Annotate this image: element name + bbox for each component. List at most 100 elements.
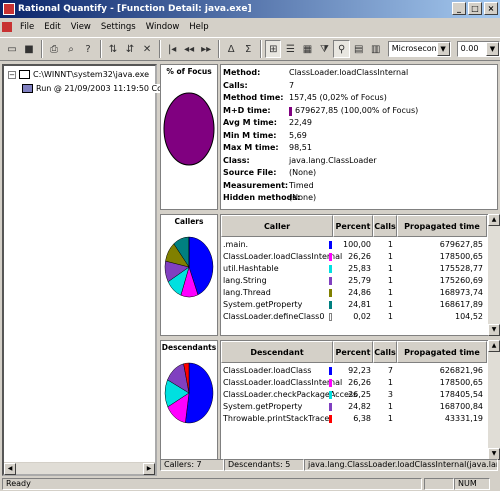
row-calls: 1 xyxy=(387,402,393,411)
collapse-icon[interactable]: − xyxy=(8,70,16,79)
row-percent: 26,26 xyxy=(348,252,371,261)
row-color-swatch xyxy=(329,313,332,321)
column-header[interactable]: Descendant xyxy=(221,341,333,363)
table-row[interactable]: Throwable.printStackTrace 6,38 1 43331,19 xyxy=(221,414,487,424)
tree-item-root[interactable]: − C:\WINNT\system32\java.exe xyxy=(8,70,149,79)
row-percent: 92,23 xyxy=(348,366,371,375)
threshold-dropdown[interactable]: 0.00 ▼ xyxy=(456,41,500,57)
row-color-swatch xyxy=(329,301,332,309)
minimize-button[interactable]: _ xyxy=(452,2,466,15)
scroll-right-icon[interactable]: ▶ xyxy=(143,463,155,475)
callers-table: Caller Percent Calls Propagated time .main. 1… xyxy=(220,214,496,336)
table-row[interactable]: util.Hashtable 25,83 1 175528,77 xyxy=(221,264,487,274)
table-row[interactable]: ClassLoader.loadClassInternal 26,26 1 17850… xyxy=(221,378,487,388)
row-name: ClassLoader.loadClass xyxy=(223,366,312,375)
tree-pane: − C:\WINNT\system32\java.exe Run @ 21/09… xyxy=(2,64,170,476)
column-header[interactable]: Calls xyxy=(373,341,397,363)
menu-window[interactable]: Window xyxy=(141,22,185,32)
table-row[interactable]: lang.String 25,79 1 175260,69 xyxy=(221,276,487,286)
chevron-down-icon[interactable]: ▼ xyxy=(436,42,450,56)
column-header[interactable]: Caller xyxy=(221,215,333,237)
call-graph-icon[interactable]: ⊞ xyxy=(265,40,282,58)
descendants-vscrollbar[interactable]: ▲ ▼ xyxy=(488,340,500,460)
tree-hscrollbar[interactable]: ◀ ▶ xyxy=(4,462,155,475)
table-row[interactable]: System.getProperty 24,81 1 168617,89 xyxy=(221,300,487,310)
row-time: 168617,89 xyxy=(439,300,483,309)
scroll-up-icon[interactable]: ▲ xyxy=(488,214,500,226)
focus-field-label: M+D time: xyxy=(223,105,271,115)
sigma-icon[interactable]: Σ xyxy=(240,40,256,58)
table-row[interactable]: ClassLoader.checkPackageAccess 26,25 3 1784… xyxy=(221,390,487,400)
tree-item-run[interactable]: Run @ 21/09/2003 11:19:50 Com xyxy=(22,84,170,93)
save-icon[interactable]: ■ xyxy=(21,40,37,58)
focus-field-value: java.lang.ClassLoader xyxy=(289,155,377,165)
scroll-down-icon[interactable]: ▼ xyxy=(488,324,500,336)
table-row[interactable]: ClassLoader.defineClass0 0,02 1 104,52 xyxy=(221,312,487,322)
filter-icon[interactable]: ⧩ xyxy=(316,40,332,58)
close-button[interactable]: × xyxy=(484,2,498,15)
row-time: 679627,85 xyxy=(439,240,483,249)
column-header[interactable]: Propagated time xyxy=(397,215,487,237)
annotated-source-icon[interactable]: ▤ xyxy=(351,40,367,58)
method-signature: java.lang.ClassLoader.loadClassInternal(… xyxy=(304,459,498,471)
mdtime-color-swatch xyxy=(289,106,292,116)
callers-count: Callers: 7 xyxy=(160,459,224,471)
table-row[interactable]: lang.Thread 24,86 1 168973,74 xyxy=(221,288,487,298)
row-time: 104,52 xyxy=(455,312,483,321)
chevron-down-icon[interactable]: ▼ xyxy=(485,42,499,56)
row-color-swatch xyxy=(329,289,332,297)
first-icon[interactable]: |◂ xyxy=(164,40,180,58)
print-icon[interactable]: ⎙ xyxy=(46,40,62,58)
column-header[interactable]: Percent xyxy=(333,215,373,237)
row-calls: 1 xyxy=(387,288,393,297)
table-row[interactable]: ClassLoader.loadClass 92,23 7 626821,96 xyxy=(221,366,487,376)
descendants-pie-panel: Descendants xyxy=(160,340,218,460)
table-row[interactable]: System.getProperty 24,82 1 168700,84 xyxy=(221,402,487,412)
column-header[interactable]: Propagated time xyxy=(397,341,487,363)
row-name: System.getProperty xyxy=(223,300,303,309)
status-pane-empty xyxy=(424,478,454,490)
sort-asc-icon[interactable]: ⇅ xyxy=(105,40,121,58)
table-row[interactable]: ClassLoader.loadClassInternal 26,26 1 17850… xyxy=(221,252,487,262)
menu-file[interactable]: File xyxy=(15,22,39,32)
function-detail-icon[interactable]: ⚲ xyxy=(333,40,350,58)
menu-help[interactable]: Help xyxy=(184,22,213,32)
sort-desc-icon[interactable]: ⇵ xyxy=(122,40,138,58)
focus-pie-chart xyxy=(163,92,215,166)
row-calls: 1 xyxy=(387,378,393,387)
scroll-left-icon[interactable]: ◀ xyxy=(4,463,16,475)
delete-icon[interactable]: ✕ xyxy=(139,40,155,58)
prev-icon[interactable]: ◂◂ xyxy=(181,40,197,58)
column-header[interactable]: Percent xyxy=(333,341,373,363)
menu-edit[interactable]: Edit xyxy=(39,22,65,32)
row-percent: 25,83 xyxy=(348,264,371,273)
row-color-swatch xyxy=(329,415,332,423)
column-header[interactable]: Calls xyxy=(373,215,397,237)
units-dropdown[interactable]: Microseconds ▼ xyxy=(387,41,451,57)
row-percent: 100,00 xyxy=(343,240,371,249)
maximize-button[interactable]: □ xyxy=(468,2,482,15)
next-icon[interactable]: ▸▸ xyxy=(198,40,214,58)
focus-field-label: Calls: xyxy=(223,80,248,90)
open-icon[interactable]: ▭ xyxy=(4,40,20,58)
computer-icon xyxy=(19,70,30,79)
function-list-icon[interactable]: ☰ xyxy=(282,40,298,58)
help-icon[interactable]: ? xyxy=(80,40,96,58)
row-calls: 1 xyxy=(387,264,393,273)
grid-icon[interactable]: ▦ xyxy=(299,40,315,58)
table-row[interactable]: .main. 100,00 1 679627,85 xyxy=(221,240,487,250)
row-time: 168973,74 xyxy=(439,288,483,297)
focus-field-label: Method: xyxy=(223,68,261,77)
focus-field-value: 157,45 (0,02% of Focus) xyxy=(289,93,387,102)
delta-icon[interactable]: Δ xyxy=(223,40,239,58)
menu-view[interactable]: View xyxy=(66,22,96,32)
row-calls: 1 xyxy=(387,240,393,249)
menu-settings[interactable]: Settings xyxy=(96,22,141,32)
app-window: Rational Quantify - [Function Detail: ja… xyxy=(0,0,500,491)
callers-vscrollbar[interactable]: ▲ ▼ xyxy=(488,214,500,336)
scroll-up-icon[interactable]: ▲ xyxy=(488,340,500,352)
book-icon[interactable]: ▥ xyxy=(368,40,384,58)
run-icon xyxy=(22,84,33,93)
row-name: ClassLoader.defineClass0 xyxy=(223,312,325,321)
search-icon[interactable]: ⌕ xyxy=(63,40,79,58)
